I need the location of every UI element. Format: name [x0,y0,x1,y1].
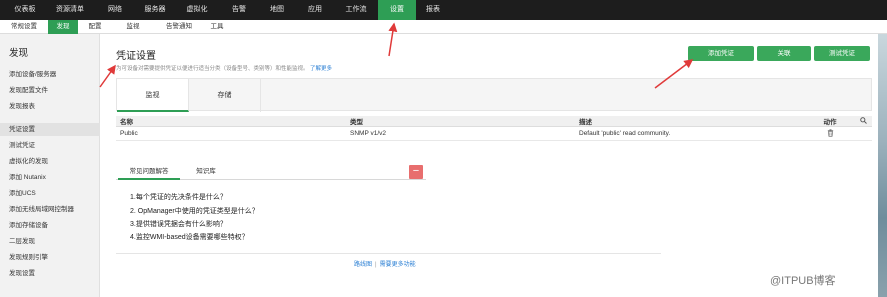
tab-storage[interactable]: 存储 [189,79,261,112]
cell-description: Default 'public' read community. [575,126,805,141]
column-header-description[interactable]: 描述 [575,116,805,127]
faq-footer-links: 路线图 | 需要更多功能 [354,262,416,268]
cell-name: Public [116,126,346,141]
sidebar-item-add-nutanix[interactable]: 添加 Nutanix [0,171,100,184]
credential-type-tabs: 监视 存储 [116,78,872,112]
sidebar-title: 发现 [9,48,29,59]
delete-icon[interactable] [805,126,855,141]
sub-navigation-bar: 常规设置 发现 配置 监视 告警通知 工具 [0,20,887,34]
table-row[interactable]: Public SNMP v1/v2 Default 'public' read … [116,126,872,141]
sidebar-item-test-credentials[interactable]: 测试凭证 [0,139,100,152]
faq-item[interactable]: 1.每个凭证的先决条件是什么？ [130,192,227,202]
sidebar-item-layer2-discovery[interactable]: 二层发现 [0,235,100,248]
tab-knowledge-base[interactable]: 知识库 [186,163,226,180]
column-header-name[interactable]: 名称 [116,116,346,127]
arrow-to-credentials [99,64,116,88]
table-header-row: 名称 类型 描述 动作 [116,116,872,127]
subnav-discovery[interactable]: 发现 [48,20,78,34]
sidebar-item-discovery-settings[interactable]: 发现设置 [0,267,100,280]
sidebar-item-add-wlc[interactable]: 添加无线局域网控制器 [0,203,100,216]
faq-tabs: 常见问题解答 知识库 [116,163,426,180]
faq-item[interactable]: 2. OpManager中使用的凭证类型是什么？ [130,206,259,216]
faq-item[interactable]: 4.监控WMI-based设备需要哪些特权？ [130,232,249,242]
page-description: 为可设备对需要提供凭证以便进行适当分类（设备型号、类别等）和性能监视。 了解更多 [116,64,332,72]
learn-more-link[interactable]: 了解更多 [310,66,332,72]
page-title: 凭证设置 [116,51,156,62]
sidebar-item-credential-settings[interactable]: 凭证设置 [0,123,100,136]
nav-workflow[interactable]: 工作流 [338,0,374,20]
cell-type: SNMP v1/v2 [346,126,575,141]
nav-alarms[interactable]: 告警 [224,0,254,20]
empty-cell [855,126,872,141]
table-search-icon[interactable] [855,116,872,127]
subnav-general-settings[interactable]: 常规设置 [6,20,42,34]
nav-apps[interactable]: 应用 [300,0,330,20]
nav-network[interactable]: 网络 [100,0,130,20]
sidebar-item-add-device[interactable]: 添加设备/服务器 [0,68,100,81]
nav-servers[interactable]: 服务器 [138,0,172,20]
add-credential-button[interactable]: 添加凭证 [688,46,754,61]
sidebar: 发现 添加设备/服务器 发现配置文件 发现报表 凭证设置 测试凭证 虚拟化的发现… [0,34,100,297]
subnav-tools[interactable]: 工具 [205,20,229,34]
sidebar-item-virtualization-discovery[interactable]: 虚拟化的发现 [0,155,100,168]
nav-virtualization[interactable]: 虚拟化 [180,0,214,20]
test-credential-button[interactable]: 测试凭证 [814,46,870,61]
subnav-monitoring[interactable]: 监视 [120,20,146,34]
sidebar-item-add-storage[interactable]: 添加存储设备 [0,219,100,232]
sidebar-item-discovery-rule-engine[interactable]: 发现规则引擎 [0,251,100,264]
page-description-text: 为可设备对需要提供凭证以便进行适当分类（设备型号、类别等）和性能监视。 [116,66,309,72]
sidebar-item-discovery-profiles[interactable]: 发现配置文件 [0,84,100,97]
faq-divider [116,253,661,254]
collapse-faq-button[interactable]: − [409,165,423,179]
watermark: @ITPUB博客 [770,275,836,287]
nav-reports[interactable]: 报表 [418,0,448,20]
nav-dashboard[interactable]: 仪表板 [6,0,44,20]
subnav-configuration[interactable]: 配置 [82,20,108,34]
credentials-table: 名称 类型 描述 动作 Public SNMP v1/v2 Default 'p… [116,116,872,141]
tab-monitoring[interactable]: 监视 [117,79,189,112]
column-header-type[interactable]: 类型 [346,116,575,127]
sidebar-item-discovery-reports[interactable]: 发现报表 [0,100,100,113]
faq-item[interactable]: 3.提供错误凭据会有什么影响？ [130,219,227,229]
associate-button[interactable]: 关联 [757,46,811,61]
background-strip [878,34,887,297]
subnav-notifications[interactable]: 告警通知 [158,20,200,34]
tab-faq[interactable]: 常见问题解答 [118,163,180,180]
roadmap-link[interactable]: 路线图 [354,262,372,268]
column-header-actions: 动作 [805,116,855,127]
nav-settings[interactable]: 设置 [378,0,416,20]
nav-maps[interactable]: 地图 [262,0,292,20]
feature-request-link[interactable]: 需要更多功能 [380,262,416,268]
nav-inventory[interactable]: 资源清单 [48,0,92,20]
sidebar-item-add-ucs[interactable]: 添加UCS [0,187,100,200]
top-navigation-bar: 仪表板 资源清单 网络 服务器 虚拟化 告警 地图 应用 工作流 设置 报表 [0,0,887,20]
